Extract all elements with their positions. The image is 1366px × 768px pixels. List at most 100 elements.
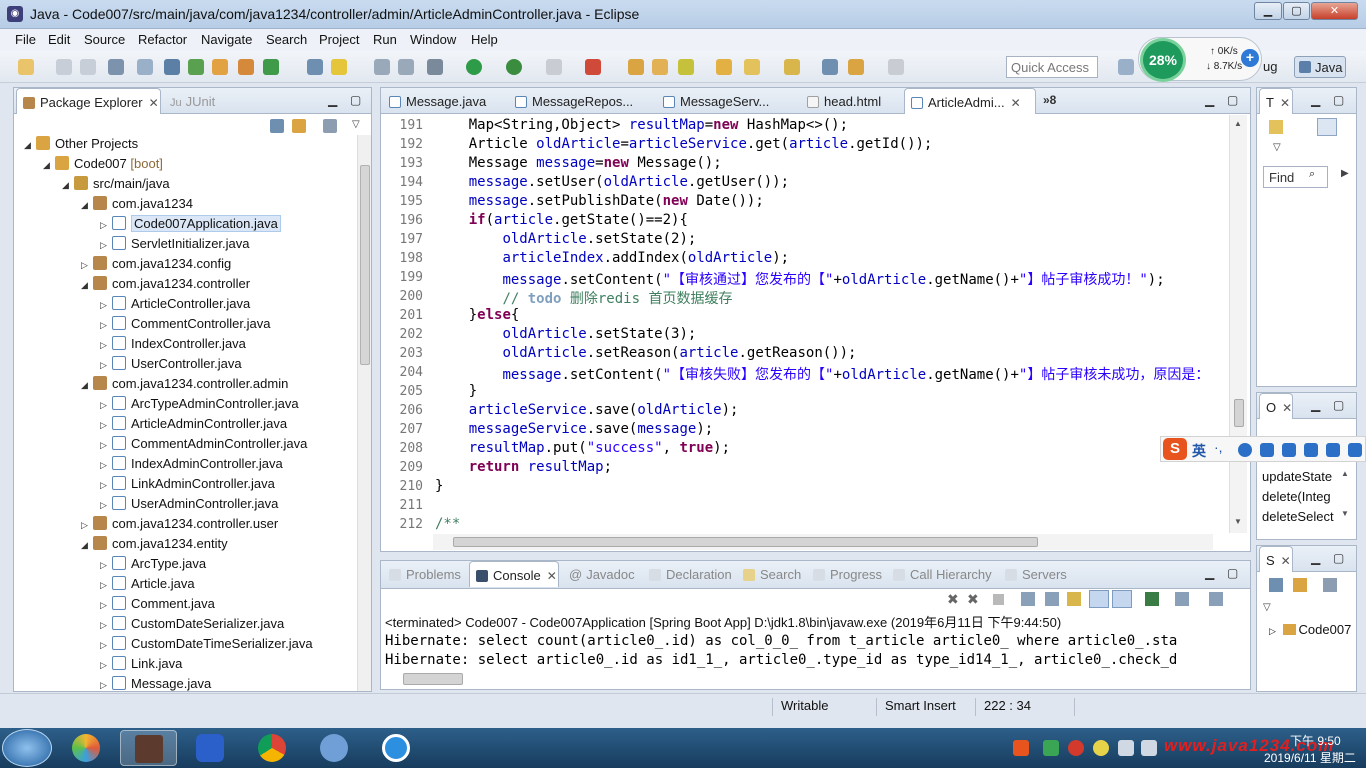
server-item[interactable]: ▷ Code007 [1269,622,1351,637]
menu-window[interactable]: Window [410,32,456,47]
code-line[interactable]: 204 message.setContent("【审核失败】您发布的【"+old… [381,364,1229,383]
tree-item[interactable]: ◢ com.java1234 [81,196,193,216]
scroll-lock-icon[interactable] [1045,592,1059,606]
save-all-icon[interactable] [80,59,96,75]
tab-progress[interactable]: Progress [807,561,888,587]
collapsed-icon[interactable]: ▷ [100,500,112,511]
tab-declaration[interactable]: Declaration [643,561,738,587]
code-line[interactable]: 209 return resultMap; [381,459,1229,478]
maximize-view-icon[interactable]: ▢ [350,93,361,107]
sogou-tray-icon[interactable] [1013,740,1029,756]
open-type-icon[interactable] [212,59,228,75]
view-menu-icon[interactable] [1323,578,1337,592]
tree-item[interactable]: ◢ com.java1234.controller.admin [81,376,288,396]
ime-language[interactable]: 英 [1192,441,1206,461]
back-icon[interactable] [848,59,864,75]
expanded-icon[interactable]: ◢ [43,160,55,171]
tree-item[interactable]: ▷ UserController.java [100,356,242,376]
minimize-view-icon[interactable]: ▁ [328,93,337,107]
show-on-stdout-icon[interactable] [1089,590,1109,608]
tab-junit[interactable]: Ju JUnit [164,88,221,114]
tree-item[interactable]: ▷ CustomDateSerializer.java [100,616,284,636]
minimize-button[interactable]: ▁ [1254,2,1282,20]
view-menu-icon[interactable] [323,119,337,133]
code-line[interactable]: 206 articleService.save(oldArticle); [381,402,1229,421]
tab-message-service[interactable]: MessageServ... [657,88,787,114]
maximize-view-icon[interactable]: ▢ [1333,398,1344,412]
code-line[interactable]: 211 [381,497,1229,516]
scroll-up-icon[interactable]: ▲ [1234,119,1242,128]
link-editor-icon[interactable] [292,119,306,133]
menu-edit[interactable]: Edit [48,32,70,47]
tab-servers-side[interactable]: S ✕ [1259,546,1293,572]
clear-console-icon[interactable] [1021,592,1035,606]
editor-horizontal-scrollbar[interactable] [433,534,1213,550]
show-whitespace-icon[interactable] [374,59,390,75]
code-line[interactable]: 203 oldArticle.setReason(article.getReas… [381,345,1229,364]
collapsed-icon[interactable]: ▷ [100,360,112,371]
tree-item[interactable]: ▷ com.java1234.config [81,256,231,276]
expanded-icon[interactable]: ◢ [81,380,93,391]
forward-icon[interactable] [888,59,904,75]
scrollbar-thumb[interactable] [1234,399,1244,427]
chevron-down-icon[interactable]: ▽ [1263,602,1271,613]
collapsed-icon[interactable]: ▷ [81,260,93,271]
tab-servers[interactable]: Servers [999,561,1073,587]
clock-date[interactable]: 2019/6/11 星期二 [1264,749,1356,766]
collapse-all-icon[interactable] [270,119,284,133]
menu-run[interactable]: Run [373,32,397,47]
action-center-icon[interactable] [1118,740,1134,756]
tab-console[interactable]: Console ✕ [469,561,559,587]
find-input[interactable]: Find [1263,166,1328,188]
new-task-icon[interactable] [1269,120,1283,134]
code-line[interactable]: 212 /** [381,516,1229,533]
tree-item[interactable]: ◢ com.java1234.controller [81,276,250,296]
display-console-icon[interactable] [1175,592,1189,606]
link-editor-icon[interactable] [1293,578,1307,592]
taskbar-app-multicolor[interactable] [58,730,115,766]
menu-search[interactable]: Search [266,32,307,47]
tree-item[interactable]: ▷ ServletInitializer.java [100,236,250,256]
collapsed-icon[interactable]: ▷ [100,400,112,411]
close-icon[interactable]: ✕ [1281,554,1291,568]
close-icon[interactable]: ✕ [149,96,159,110]
code-line[interactable]: 194 message.setUser(oldArticle.getUser()… [381,174,1229,193]
block-icon[interactable] [398,59,414,75]
run-icon[interactable] [466,59,482,75]
code-line[interactable]: 207 messageService.save(message); [381,421,1229,440]
collapsed-icon[interactable]: ▷ [100,240,112,251]
tab-message-repository[interactable]: MessageRepos... [509,88,649,114]
show-on-stderr-icon[interactable] [1112,590,1132,608]
collapsed-icon[interactable]: ▷ [100,340,112,351]
code-line[interactable]: 202 oldArticle.setState(3); [381,326,1229,345]
expanded-icon[interactable]: ◢ [81,280,93,291]
new-java-project-icon[interactable] [628,59,644,75]
code-line[interactable]: 200 // todo 删除redis 首页数据缓存 [381,288,1229,307]
tree-item[interactable]: ◢ com.java1234.entity [81,536,228,556]
tab-overflow[interactable]: »8 [1043,93,1056,107]
clock-time[interactable]: 下午 9:50 [1290,732,1341,749]
tab-outline[interactable]: O ✕ [1259,393,1293,419]
highlight-icon[interactable] [331,59,347,75]
scroll-up-icon[interactable]: ▲ [1341,469,1349,478]
tree-item[interactable]: ◢ src/main/java [62,176,170,196]
collapsed-icon[interactable]: ▷ [100,300,112,311]
word-wrap-icon[interactable] [1067,592,1081,606]
minimize-view-icon[interactable]: ▁ [1205,93,1214,107]
network-icon[interactable] [1141,740,1157,756]
tab-call-hierarchy[interactable]: Call Hierarchy [887,561,998,587]
close-icon[interactable]: ✕ [547,569,557,583]
expanded-icon[interactable]: ◢ [81,200,93,211]
scroll-down-icon[interactable]: ▼ [1234,517,1242,526]
start-button[interactable] [2,729,52,767]
taskbar-app-wps[interactable] [182,730,239,766]
code-line[interactable]: 192 Article oldArticle=articleService.ge… [381,136,1229,155]
menu-source[interactable]: Source [84,32,125,47]
annotation-icon[interactable] [784,59,800,75]
code-line[interactable]: 210} [381,478,1229,497]
code-line[interactable]: 191 Map<String,Object> resultMap=new Has… [381,117,1229,136]
tab-package-explorer[interactable]: Package Explorer ✕ [16,88,161,114]
tree-item[interactable]: ▷ Link.java [100,656,182,676]
quick-access-input[interactable]: Quick Access [1006,56,1098,78]
save-icon[interactable] [56,59,72,75]
